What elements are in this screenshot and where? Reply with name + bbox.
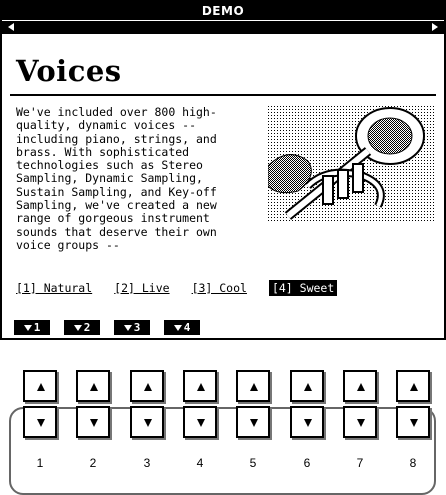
- up-arrow-icon: [197, 383, 205, 391]
- down-arrow-icon: [197, 419, 205, 427]
- link-sweet[interactable]: [4] Sweet: [268, 280, 338, 296]
- lcd-screen: DEMO Voices We've included over 800 high…: [0, 0, 446, 340]
- button-column-6: [290, 370, 324, 438]
- title-bar: DEMO: [2, 2, 444, 20]
- down-arrow-icon: [357, 419, 365, 427]
- button-4-up[interactable]: [183, 370, 217, 402]
- down-triangle-icon: [123, 324, 132, 331]
- panel-buttons: 1 2 3 4 5 6 7 8: [0, 350, 446, 495]
- button-column-4: [183, 370, 217, 438]
- button-column-2: [76, 370, 110, 438]
- softkey-row: 1 2 3 4: [14, 320, 200, 335]
- down-arrow-icon: [250, 419, 258, 427]
- button-3-up[interactable]: [130, 370, 164, 402]
- down-arrow-icon: [304, 419, 312, 427]
- down-triangle-icon: [23, 324, 32, 331]
- button-number-3: 3: [143, 456, 151, 470]
- button-column-5: [236, 370, 270, 438]
- button-number-2: 2: [89, 456, 97, 470]
- button-1-down[interactable]: [23, 406, 57, 438]
- button-column-7: [343, 370, 377, 438]
- button-3-down[interactable]: [130, 406, 164, 438]
- description-text: We've included over 800 high- quality, d…: [16, 105, 217, 252]
- button-6-down[interactable]: [290, 406, 324, 438]
- button-8-down[interactable]: [396, 406, 430, 438]
- button-number-1: 1: [36, 456, 44, 470]
- up-arrow-icon: [144, 383, 152, 391]
- button-number-7: 7: [356, 456, 364, 470]
- voice-group-links: [1] Natural [2] Live [3] Cool [4] Sweet: [16, 280, 338, 296]
- up-arrow-icon: [410, 383, 418, 391]
- softkey-2[interactable]: 2: [64, 320, 100, 335]
- link-live[interactable]: [2] Live: [114, 280, 169, 296]
- down-arrow-icon: [144, 419, 152, 427]
- button-column-1: [23, 370, 57, 438]
- button-number-4: 4: [196, 456, 204, 470]
- button-5-down[interactable]: [236, 406, 270, 438]
- up-arrow-icon: [37, 383, 45, 391]
- right-arrow-icon[interactable]: [432, 23, 438, 31]
- button-column-8: [396, 370, 430, 438]
- down-arrow-icon: [37, 419, 45, 427]
- up-arrow-icon: [304, 383, 312, 391]
- button-2-up[interactable]: [76, 370, 110, 402]
- page-heading: Voices: [16, 54, 122, 88]
- softkey-1[interactable]: 1: [14, 320, 50, 335]
- button-1-up[interactable]: [23, 370, 57, 402]
- button-6-up[interactable]: [290, 370, 324, 402]
- down-arrow-icon: [90, 419, 98, 427]
- button-8-up[interactable]: [396, 370, 430, 402]
- down-triangle-icon: [173, 324, 182, 331]
- down-triangle-icon: [73, 324, 82, 331]
- heading-divider: [10, 94, 436, 96]
- title-text: DEMO: [201, 4, 245, 18]
- button-7-down[interactable]: [343, 406, 377, 438]
- button-column-3: [130, 370, 164, 438]
- softkey-4[interactable]: 4: [164, 320, 200, 335]
- up-arrow-icon: [357, 383, 365, 391]
- button-number-5: 5: [249, 456, 257, 470]
- button-7-up[interactable]: [343, 370, 377, 402]
- trumpet-image: [268, 106, 434, 222]
- left-arrow-icon[interactable]: [8, 23, 14, 31]
- button-2-down[interactable]: [76, 406, 110, 438]
- link-natural[interactable]: [1] Natural: [16, 280, 92, 296]
- button-number-6: 6: [303, 456, 311, 470]
- softkey-3[interactable]: 3: [114, 320, 150, 335]
- link-cool[interactable]: [3] Cool: [192, 280, 247, 296]
- navigation-bar: [2, 20, 444, 34]
- down-arrow-icon: [410, 419, 418, 427]
- up-arrow-icon: [90, 383, 98, 391]
- button-5-up[interactable]: [236, 370, 270, 402]
- button-number-8: 8: [409, 456, 417, 470]
- button-4-down[interactable]: [183, 406, 217, 438]
- up-arrow-icon: [250, 383, 258, 391]
